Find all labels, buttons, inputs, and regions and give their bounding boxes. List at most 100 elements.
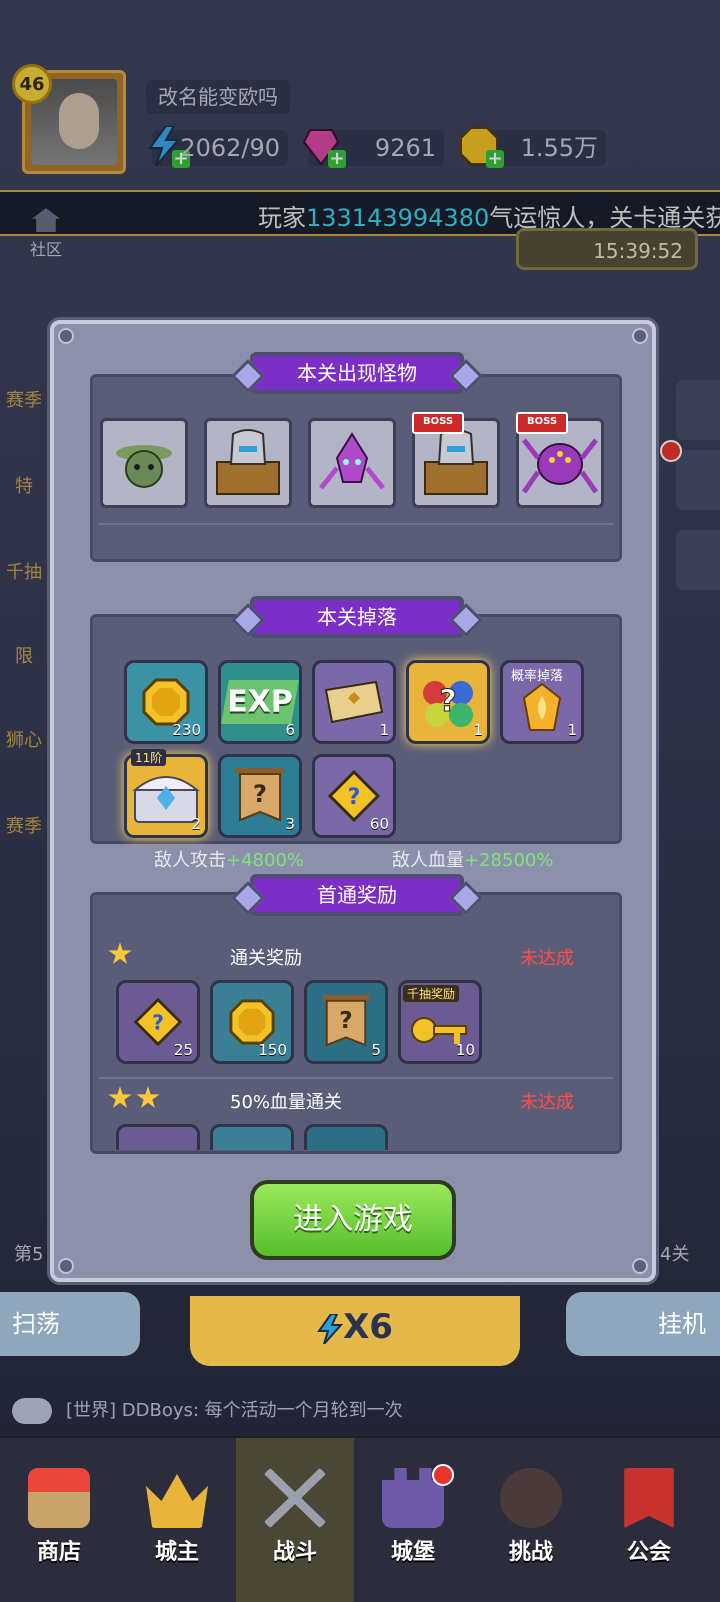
mystery-gems-icon: ? — [423, 681, 473, 727]
svg-text:?: ? — [439, 684, 456, 719]
enemy-hp-value: +28500% — [464, 850, 554, 871]
reward-row-title: 50%血量通关 — [230, 1092, 343, 1113]
enemy-attack-stat: 敌人攻击+4800% — [154, 846, 304, 872]
gold-coin-icon — [142, 678, 190, 726]
reward-gold-key[interactable]: 千抽奖励 10 — [398, 980, 482, 1064]
lightning-icon — [317, 1312, 344, 1345]
corner-bolt — [58, 1258, 74, 1274]
castle-notification-dot — [432, 1464, 454, 1486]
nav-battle[interactable]: 战斗 — [236, 1438, 354, 1602]
item-count: 60 — [369, 815, 389, 833]
drops-title: 本关掉落 — [250, 596, 464, 638]
shop-icon — [28, 1468, 90, 1528]
enemy-hp-label: 敌人血量 — [392, 850, 464, 871]
nav-label: 公会 — [626, 1540, 671, 1565]
thousand-draw-tag: 千抽奖励 — [403, 985, 460, 1002]
sweep-label: 扫荡 — [12, 1310, 60, 1338]
idle-button[interactable]: 挂机 — [566, 1292, 720, 1356]
drop-gold-coin[interactable]: 230 — [124, 660, 208, 744]
nav-challenge[interactable]: 挑战 — [472, 1438, 590, 1602]
reward-item-partial[interactable] — [116, 1124, 200, 1150]
item-count: 3 — [285, 815, 295, 833]
corner-bolt — [632, 328, 648, 344]
enemy-attack-label: 敌人攻击 — [154, 850, 226, 871]
monster-knight[interactable] — [204, 418, 292, 508]
stage-info-modal: 本关出现怪物 BOSS BOSS 敌人攻击+4800% 敌人血量+28500% … — [50, 320, 656, 1282]
item-count: 25 — [173, 1041, 193, 1059]
drop-mystery-gems[interactable]: ? 1 — [406, 660, 490, 744]
boss-tag: BOSS — [516, 412, 568, 434]
crown-icon — [146, 1474, 208, 1528]
svg-text:?: ? — [152, 1010, 164, 1034]
nav-label: 战斗 — [272, 1540, 317, 1565]
nav-castle[interactable]: 城堡 — [354, 1438, 472, 1602]
item-count: 1 — [473, 721, 483, 739]
sweep-button[interactable]: 扫荡 — [0, 1292, 140, 1356]
item-count: 6 — [285, 721, 295, 739]
nav-label: 城堡 — [390, 1540, 435, 1565]
enemy-hp-stat: 敌人血量+28500% — [392, 846, 553, 872]
reward-row-status: 未达成 — [520, 948, 574, 969]
drop-puzzle-piece[interactable]: ? 60 — [312, 754, 396, 838]
gold-coin-icon — [229, 999, 275, 1045]
reward-item-partial[interactable] — [304, 1124, 388, 1150]
enter-game-button[interactable]: 进入游戏 — [250, 1180, 456, 1260]
drop-flame-gem[interactable]: 概率掉落 1 — [500, 660, 584, 744]
drop-treasure-chest[interactable]: 11阶 2 — [124, 749, 208, 838]
item-count: 10 — [455, 1041, 475, 1059]
drop-ticket[interactable]: 1 — [312, 660, 396, 744]
boss-tag: BOSS — [412, 412, 464, 434]
purple-spider-icon — [319, 432, 385, 490]
demon-icon — [500, 1468, 562, 1528]
speed-label: X6 — [343, 1307, 393, 1347]
chat-bubble-icon — [12, 1398, 52, 1424]
item-count: 230 — [172, 721, 201, 739]
drop-mystery-banner[interactable]: ? 3 — [218, 754, 302, 838]
nav-label: 挑战 — [508, 1540, 553, 1565]
flame-gem-icon — [522, 682, 562, 731]
armored-knight-icon — [216, 429, 280, 495]
svg-text:?: ? — [253, 780, 267, 808]
item-count: 1 — [379, 721, 389, 739]
exp-label: EXP — [227, 684, 293, 720]
guild-banner-icon — [624, 1468, 674, 1528]
reward-puzzle-piece[interactable]: ? 25 — [116, 980, 200, 1064]
tier-tag: 11阶 — [131, 749, 167, 766]
drop-exp[interactable]: EXP 6 — [218, 660, 302, 744]
divider — [99, 523, 613, 525]
nav-guild[interactable]: 公会 — [590, 1438, 708, 1602]
chat-message: DDBoys: 每个活动一个月轮到一次 — [121, 1400, 403, 1421]
monster-goblin[interactable] — [100, 418, 188, 508]
armored-knight-icon — [424, 429, 488, 495]
first-clear-title: 首通奖励 — [250, 874, 464, 916]
reward-item-partial[interactable] — [210, 1124, 294, 1150]
nav-lord[interactable]: 城主 — [118, 1438, 236, 1602]
reward-mystery-banner[interactable]: ? 5 — [304, 980, 388, 1064]
reward-row-status: 未达成 — [520, 1092, 574, 1113]
chat-channel: [世界] — [66, 1400, 117, 1421]
item-count: 2 — [191, 815, 201, 833]
speed-button[interactable]: X6 — [190, 1296, 520, 1366]
monster-spider[interactable] — [308, 418, 396, 508]
mystery-banner-icon: ? — [322, 995, 370, 1047]
divider — [99, 1077, 613, 1079]
world-chat[interactable]: [世界] DDBoys: 每个活动一个月轮到一次 — [0, 1390, 720, 1432]
corner-bolt — [632, 1258, 648, 1274]
mystery-banner-icon: ? — [236, 768, 284, 822]
enemy-attack-value: +4800% — [226, 850, 304, 871]
spider-queen-icon — [522, 438, 598, 494]
corner-bolt — [58, 328, 74, 344]
nav-shop[interactable]: 商店 — [0, 1438, 118, 1602]
reward-gold-coin[interactable]: 150 — [210, 980, 294, 1064]
svg-text:?: ? — [348, 785, 361, 810]
crossed-swords-icon — [264, 1468, 326, 1528]
item-count: 150 — [258, 1041, 287, 1059]
reward-row-title: 通关奖励 — [230, 948, 302, 969]
item-count: 5 — [371, 1041, 381, 1059]
idle-label: 挂机 — [658, 1310, 706, 1338]
monsters-title: 本关出现怪物 — [250, 352, 464, 394]
nav-label: 城主 — [154, 1540, 199, 1565]
svg-text:?: ? — [339, 1008, 352, 1034]
ticket-icon — [324, 680, 384, 724]
bottom-navigation: 商店 城主 战斗 城堡 挑战 公会 — [0, 1436, 720, 1602]
